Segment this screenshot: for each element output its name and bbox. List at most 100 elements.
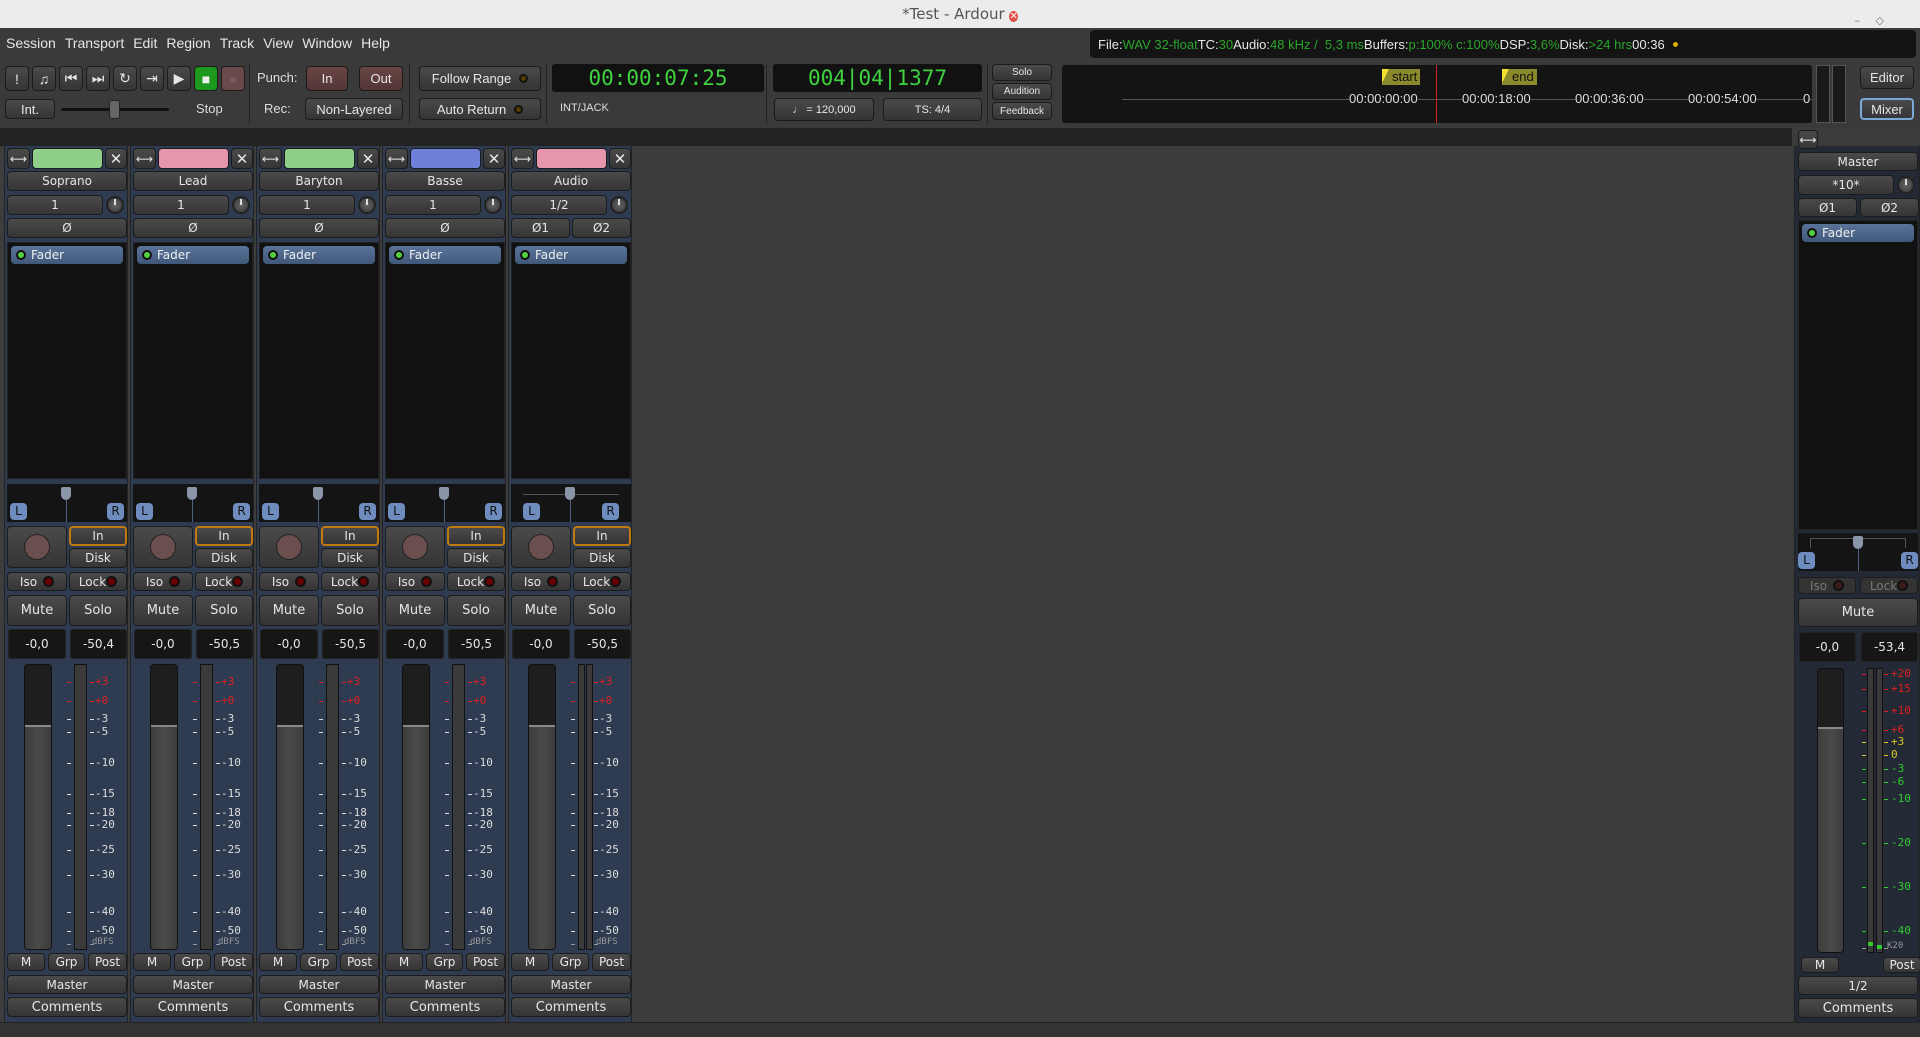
monitor-disk-button[interactable]: Disk [195, 548, 253, 568]
comments-button[interactable]: Comments [385, 997, 505, 1017]
processor-active-led-icon[interactable] [394, 250, 404, 260]
monitor-input-button[interactable]: In [69, 526, 127, 546]
horizontal-scrollbar[interactable] [0, 1022, 1920, 1037]
group-button[interactable]: Grp [300, 953, 337, 971]
record-enable-button[interactable] [7, 526, 67, 568]
panic-button[interactable]: ! [5, 66, 29, 91]
processor-box[interactable]: Fader [1798, 220, 1918, 530]
menu-edit[interactable]: Edit [133, 35, 157, 51]
phase-invert-button[interactable]: Ø [7, 218, 127, 238]
input-button[interactable]: 1 [133, 195, 229, 215]
mute-button[interactable]: Mute [511, 595, 571, 626]
solo-isolate-button[interactable]: Iso [259, 572, 319, 591]
marker-end[interactable]: end [1502, 69, 1537, 85]
solo-indicator-button[interactable]: Solo [992, 64, 1052, 81]
record-enable-button[interactable] [385, 526, 445, 568]
comments-button[interactable]: Comments [259, 997, 379, 1017]
feedback-indicator-button[interactable]: Feedback [992, 102, 1052, 120]
gain-entry[interactable]: -0,0 [386, 629, 444, 659]
stereo-panner[interactable]: LR [511, 484, 631, 522]
mute-button[interactable]: Mute [7, 595, 67, 626]
comments-button[interactable]: Comments [133, 997, 253, 1017]
width-toggle-button[interactable]: ⟷ [7, 148, 30, 169]
phase-invert-button-2[interactable]: Ø2 [1860, 198, 1919, 217]
solo-lock-button[interactable]: Lock [69, 572, 127, 591]
stop-button[interactable]: ■ [194, 66, 218, 91]
gain-fader[interactable] [402, 664, 430, 950]
play-button[interactable]: ▶ [167, 66, 191, 91]
punch-out-button[interactable]: Out [359, 66, 403, 91]
phase-invert-button-2[interactable]: Ø2 [572, 218, 631, 238]
solo-isolate-button[interactable]: Iso [511, 572, 571, 591]
monitor-disk-button[interactable]: Disk [69, 548, 127, 568]
solo-lock-button[interactable]: Lock [573, 572, 631, 591]
meter-point-button[interactable]: M [1801, 957, 1839, 973]
stereo-panner[interactable]: LR [7, 484, 127, 522]
monitor-disk-button[interactable]: Disk [321, 548, 379, 568]
width-toggle-button[interactable]: ⟷ [385, 148, 408, 169]
marker-start[interactable]: start [1382, 69, 1421, 85]
monitor-disk-button[interactable]: Disk [573, 548, 631, 568]
gain-fader[interactable] [24, 664, 52, 950]
track-color-bar[interactable] [536, 148, 607, 169]
panner-position-handle[interactable] [439, 487, 449, 500]
gain-entry[interactable]: -0,0 [260, 629, 318, 659]
mixer-button[interactable]: Mixer [1860, 98, 1914, 120]
stereo-panner[interactable]: LR [1798, 533, 1918, 571]
solo-button[interactable]: Solo [321, 595, 379, 626]
width-toggle-button[interactable]: ⟷ [511, 148, 534, 169]
processor-box[interactable]: Fader [511, 242, 631, 479]
meter-point-post-button[interactable]: Post [88, 953, 127, 971]
processor-box[interactable]: Fader [259, 242, 379, 479]
gain-fader[interactable] [528, 664, 556, 950]
input-trim-knob[interactable] [358, 196, 376, 214]
record-button[interactable]: ● [221, 66, 245, 91]
panner-position-handle[interactable] [61, 487, 71, 500]
menu-session[interactable]: Session [6, 35, 56, 51]
meter-point-button[interactable]: M [259, 953, 297, 971]
monitor-input-button[interactable]: In [195, 526, 253, 546]
output-button[interactable]: Master [133, 975, 253, 994]
processor-box[interactable]: Fader [385, 242, 505, 479]
solo-lock-button[interactable]: Lock [195, 572, 253, 591]
processor-fader[interactable]: Fader [11, 246, 123, 264]
meter-point-post-button[interactable]: Post [592, 953, 631, 971]
audition-indicator-button[interactable]: Audition [992, 83, 1052, 100]
loop-button[interactable]: ↻ [113, 66, 137, 91]
input-trim-knob[interactable] [610, 196, 628, 214]
processor-active-led-icon[interactable] [142, 250, 152, 260]
auto-return-button[interactable]: Auto Return [419, 98, 541, 120]
phase-invert-button[interactable]: Ø [259, 218, 379, 238]
menu-view[interactable]: View [263, 35, 293, 51]
monitor-input-button[interactable]: In [447, 526, 505, 546]
peak-display[interactable]: -50,5 [448, 629, 505, 659]
meter-point-post-button[interactable]: Post [466, 953, 505, 971]
record-enable-button[interactable] [259, 526, 319, 568]
comments-button[interactable]: Comments [1798, 998, 1918, 1018]
panner-position-handle[interactable] [1853, 536, 1863, 549]
solo-button[interactable]: Solo [195, 595, 253, 626]
width-toggle-button[interactable]: ⟷ [133, 148, 156, 169]
gain-entry[interactable]: -0,0 [512, 629, 570, 659]
goto-end-button[interactable]: ⏭ [86, 66, 110, 91]
peak-display[interactable]: -50,4 [70, 629, 127, 659]
processor-box[interactable]: Fader [133, 242, 253, 479]
processor-fader[interactable]: Fader [263, 246, 375, 264]
follow-range-button[interactable]: Follow Range [419, 66, 541, 91]
gain-entry[interactable]: -0,0 [1799, 632, 1856, 662]
hide-strip-button[interactable]: ✕ [357, 148, 379, 169]
solo-button[interactable]: Solo [447, 595, 505, 626]
menu-region[interactable]: Region [166, 35, 210, 51]
phase-invert-button[interactable]: Ø [133, 218, 253, 238]
width-toggle-button[interactable]: ⟷ [259, 148, 282, 169]
hide-strip-button[interactable]: ✕ [483, 148, 505, 169]
solo-isolate-button[interactable]: Iso [385, 572, 445, 591]
editor-button[interactable]: Editor [1860, 66, 1914, 89]
width-toggle-button[interactable]: ⟷ [1798, 130, 1818, 149]
mini-timeline[interactable]: start end 00:00:00:00 00:00:18:00 00:00:… [1062, 65, 1812, 123]
meter-point-button[interactable]: M [511, 953, 549, 971]
solo-button[interactable]: Solo [573, 595, 631, 626]
stereo-panner[interactable]: LR [259, 484, 379, 522]
gain-entry[interactable]: -0,0 [134, 629, 192, 659]
phase-invert-button-1[interactable]: Ø1 [1798, 198, 1857, 217]
